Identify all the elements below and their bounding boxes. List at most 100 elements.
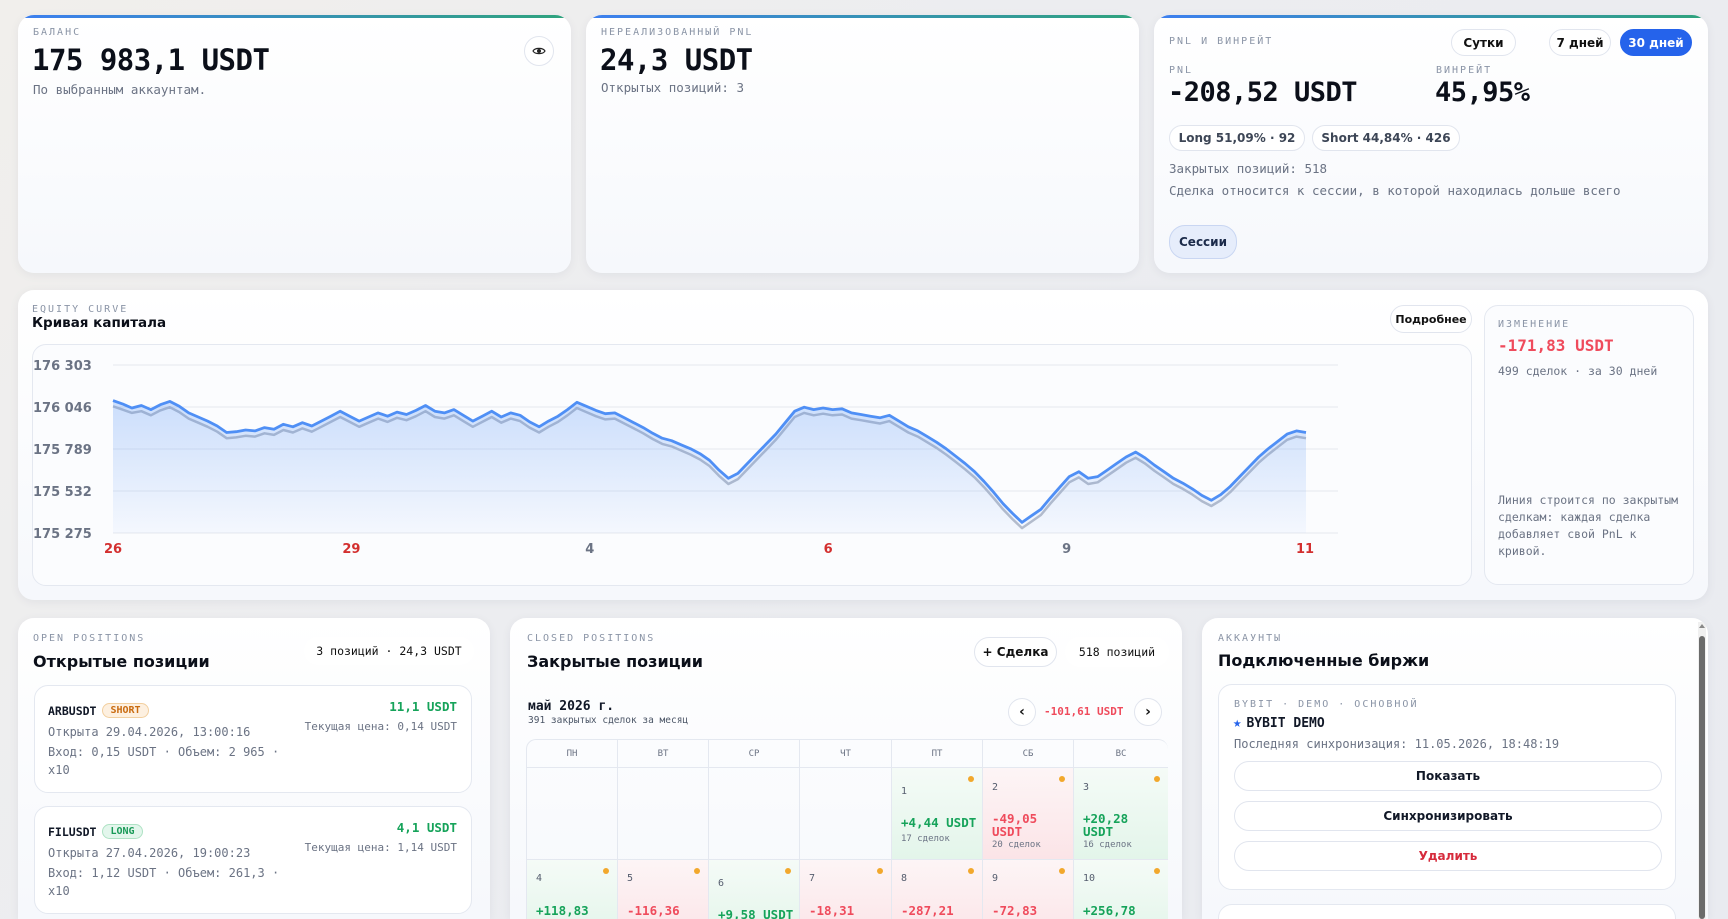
balance-card: БАЛАНС 175 983,1 USDT По выбранным аккау… [18,15,571,273]
pnl-value: -208,52 USDT [1168,77,1358,108]
show-account-button[interactable]: Показать [1234,761,1662,791]
x-tick-label: 6 [824,542,833,557]
toggle-visibility-button[interactable] [524,36,554,66]
closed-count-chip: 518 позиций [1065,637,1169,667]
pnl-winrate-card: PNL И ВИНРЕЙТ Сутки 7 дней 30 дней PNL -… [1154,15,1708,273]
calendar-day-cell[interactable]: 7 -18,31 [800,860,892,919]
calendar-day-cell[interactable]: 2 -49,05 USDT 20 сделок [983,768,1074,860]
change-eyebrow: ИЗМЕНЕНИЕ [1498,319,1571,330]
equity-change-panel: ИЗМЕНЕНИЕ -171,83 USDT 499 сделок · за 3… [1484,305,1694,585]
calendar-day-pnl: -18,31 [809,903,855,918]
position-opened: Открыта 27.04.2026, 19:00:23 [48,846,251,860]
equity-chart: 176 303 176 046 175 789 175 532 175 275 26 29 4… [33,359,1338,557]
unrealized-eyebrow: НЕРЕАЛИЗОВАННЫЙ PNL [601,27,754,38]
add-trade-button[interactable]: + Сделка [974,637,1057,667]
next-account-card [1218,904,1676,919]
card-accent-line [586,15,1139,18]
card-accent-line [1154,15,1708,18]
x-tick-label: 9 [1062,542,1071,557]
card-accent-line [18,15,571,18]
position-details: Вход: 1,12 USDT · Объем: 261,3 · [48,866,280,880]
calendar-day-count: 16 сделок [1083,840,1132,850]
star-icon: ★ [1233,715,1242,731]
y-tick-label: 176 046 [33,401,92,416]
calendar-day-count: 17 сделок [901,834,950,844]
activity-dot [694,868,700,874]
position-price: Текущая цена: 1,14 USDT [304,841,457,854]
x-tick-label: 11 [1296,542,1314,557]
next-month-button[interactable]: › [1134,698,1162,726]
weekday-label: ЧТ [840,748,851,759]
open-eyebrow: OPEN POSITIONS [33,633,146,644]
unrealized-note: Открытых позиций: 3 [601,80,744,95]
period-month-button[interactable]: 30 дней [1620,29,1692,56]
position-pnl: 4,1 USDT [396,820,457,835]
calendar-day-pnl: +256,78 [1083,903,1136,918]
equity-curve-card: EQUITY CURVE Кривая капитала Подробнее 1… [18,290,1708,600]
calendar-day-count: 20 сделок [992,840,1041,850]
change-value: -171,83 USDT [1498,336,1614,355]
account-sync-time: Последняя синхронизация: 11.05.2026, 18:… [1234,737,1560,751]
calendar-day-number: 2 [992,782,999,793]
delete-account-button[interactable]: Удалить [1234,841,1662,871]
closed-positions-card: CLOSED POSITIONS Закрытые позиции + Сдел… [510,618,1182,919]
short-stats-chip: Short 44,84% · 426 [1312,125,1460,151]
account-eyebrow: BYBIT · DEMO · ОСНОВНОЙ [1234,699,1419,710]
equity-title: Кривая капитала [32,315,167,331]
account-name-row: ★ BYBIT DEMO [1233,715,1325,731]
scrollbar-up-arrow[interactable] [1699,624,1705,628]
calendar-day-cell[interactable]: 4 +118,83 [527,860,618,919]
change-note: 499 сделок · за 30 дней [1498,364,1658,378]
calendar-day-cell[interactable]: 10 +256,78 [1074,860,1168,919]
calendar-empty-cell [800,768,892,860]
calendar-day-pnl: +4,44 USDT [901,815,977,830]
period-day-button[interactable]: Сутки [1451,29,1516,56]
weekday-header: ПТ [892,740,983,768]
open-positions-card: OPEN POSITIONS Открытые позиции 3 позици… [18,618,490,919]
calendar-day-cell[interactable]: 9 -72,83 [983,860,1074,919]
calendar-day-cell[interactable]: 3 +20,28 USDT 16 сделок [1074,768,1168,860]
calendar-day-pnl: +118,83 [536,903,589,918]
weekday-header: ЧТ [800,740,892,768]
weekday-header: СБ [983,740,1074,768]
position-card[interactable]: FILUSDT LONG 4,1 USDT Текущая цена: 1,14… [34,806,472,914]
equity-footnote: Линия строится по закрытым сделкам: кажд… [1498,493,1679,558]
position-pnl: 11,1 USDT [389,699,457,714]
winrate-value: 45,95% [1435,77,1530,108]
weekday-label: СБ [1022,748,1034,759]
position-price: Текущая цена: 0,14 USDT [304,720,457,733]
calendar-day-pnl: -72,83 [992,903,1038,918]
equity-area [113,400,1306,533]
pnl-label: PNL [1169,65,1194,76]
calendar-day-cell[interactable]: 5 -116,36 [618,860,709,919]
calendar-day-cell[interactable]: 1 +4,44 USDT 17 сделок [892,768,983,860]
x-tick-label: 29 [342,542,360,557]
calendar-day-pnl: -116,36 [627,903,680,918]
calendar-day-cell[interactable]: 8 -287,21 [892,860,983,919]
accounts-title: Подключенные биржи [1218,651,1430,670]
scrollbar-thumb[interactable] [1699,636,1705,919]
calendar-day-number: 9 [992,873,999,884]
eye-icon [532,47,546,55]
activity-dot [968,776,974,782]
weekday-label: ПТ [931,748,943,759]
position-symbol: FILUSDT [48,824,97,839]
prev-month-button[interactable]: ‹ [1008,698,1036,726]
position-card[interactable]: ARBUSDT SHORT 11,1 USDT Текущая цена: 0,… [34,685,472,793]
weekday-label: ПН [566,748,578,759]
calendar-day-number: 10 [1083,873,1096,884]
calendar-day-number: 1 [901,786,908,797]
calendar-day-pnl: +9,58 USDT [718,907,794,919]
closed-title: Закрытые позиции [527,652,703,671]
activity-dot [877,868,883,874]
period-week-button[interactable]: 7 дней [1549,29,1611,56]
sessions-button[interactable]: Сессии [1169,225,1237,259]
position-leverage: x10 [48,884,70,898]
scrollbar-track[interactable] [1698,622,1706,919]
sync-account-button[interactable]: Синхронизировать [1234,801,1662,831]
calendar-grid: ПН ВТ СР ЧТ ПТ СБ ВС 1 +4,44 USDT 17 сде… [526,739,1168,919]
equity-more-button[interactable]: Подробнее [1390,305,1472,333]
balance-note: По выбранным аккаунтам. [33,82,207,97]
unrealized-value: 24,3 USDT [600,43,753,77]
calendar-day-cell[interactable]: 6 +9,58 USDT [709,860,800,919]
